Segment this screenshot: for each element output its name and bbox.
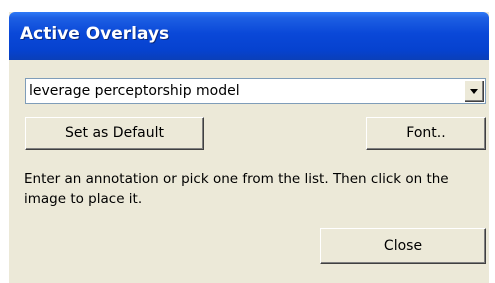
window-title: Active Overlays: [20, 24, 170, 44]
dialog-body: Set as Default Font.. Enter an annotatio…: [9, 60, 489, 283]
set-as-default-button[interactable]: Set as Default: [25, 117, 204, 150]
active-overlays-dialog: Active Overlays Set as Default Font.. En…: [9, 12, 489, 283]
close-button[interactable]: Close: [320, 228, 486, 264]
dropdown-button[interactable]: [464, 80, 484, 102]
instructions-text: Enter an annotation or pick one from the…: [24, 171, 449, 207]
chevron-down-icon: [470, 89, 478, 94]
annotation-input[interactable]: [29, 81, 449, 101]
title-bar[interactable]: Active Overlays: [9, 12, 489, 60]
annotation-combobox[interactable]: [25, 78, 486, 104]
font-button[interactable]: Font..: [366, 117, 486, 150]
